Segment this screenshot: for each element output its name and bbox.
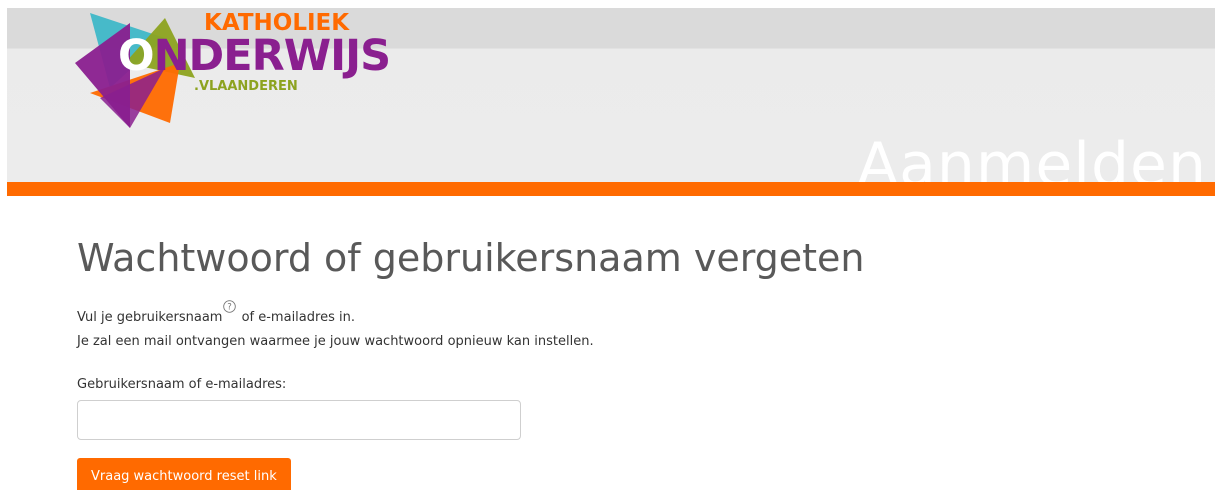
logo-text-nderwijs: NDERWIJS xyxy=(153,31,392,81)
question-circle-icon[interactable]: ? xyxy=(223,298,237,313)
page: Aanmelden KATHOLIEK ONDERWIJS .VLAANDERE… xyxy=(0,0,1215,490)
header-accent-bar xyxy=(7,182,1215,196)
intro-line-1-end: of e-mailadres in. xyxy=(237,310,355,325)
page-title: Wachtwoord of gebruikersnaam vergeten xyxy=(77,236,865,280)
intro-line-1: Vul je gebruikersnaam? of e-mailadres in… xyxy=(77,300,1077,330)
request-reset-link-button[interactable]: Vraag wachtwoord reset link xyxy=(77,458,291,490)
main-content: Wachtwoord of gebruikersnaam vergeten Vu… xyxy=(77,232,1077,490)
intro-line-2: Je zal een mail ontvangen waarmee je jou… xyxy=(77,334,594,349)
logo-text-o: O xyxy=(118,31,155,81)
katholiek-onderwijs-logo[interactable]: KATHOLIEK ONDERWIJS .VLAANDEREN xyxy=(70,8,392,133)
svg-text:?: ? xyxy=(228,303,233,313)
header-watermark: Aanmelden xyxy=(857,130,1207,182)
username-or-email-label: Gebruikersnaam of e-mailadres: xyxy=(77,377,287,392)
intro-text: Vul je gebruikersnaam? of e-mailadres in… xyxy=(77,300,1077,354)
logo-text-onderwijs: ONDERWIJS xyxy=(118,31,392,81)
intro-line-1-start: Vul je gebruikersnaam xyxy=(77,310,223,325)
logo-text-vlaanderen: .VLAANDEREN xyxy=(194,79,298,94)
username-or-email-input[interactable] xyxy=(77,400,521,440)
